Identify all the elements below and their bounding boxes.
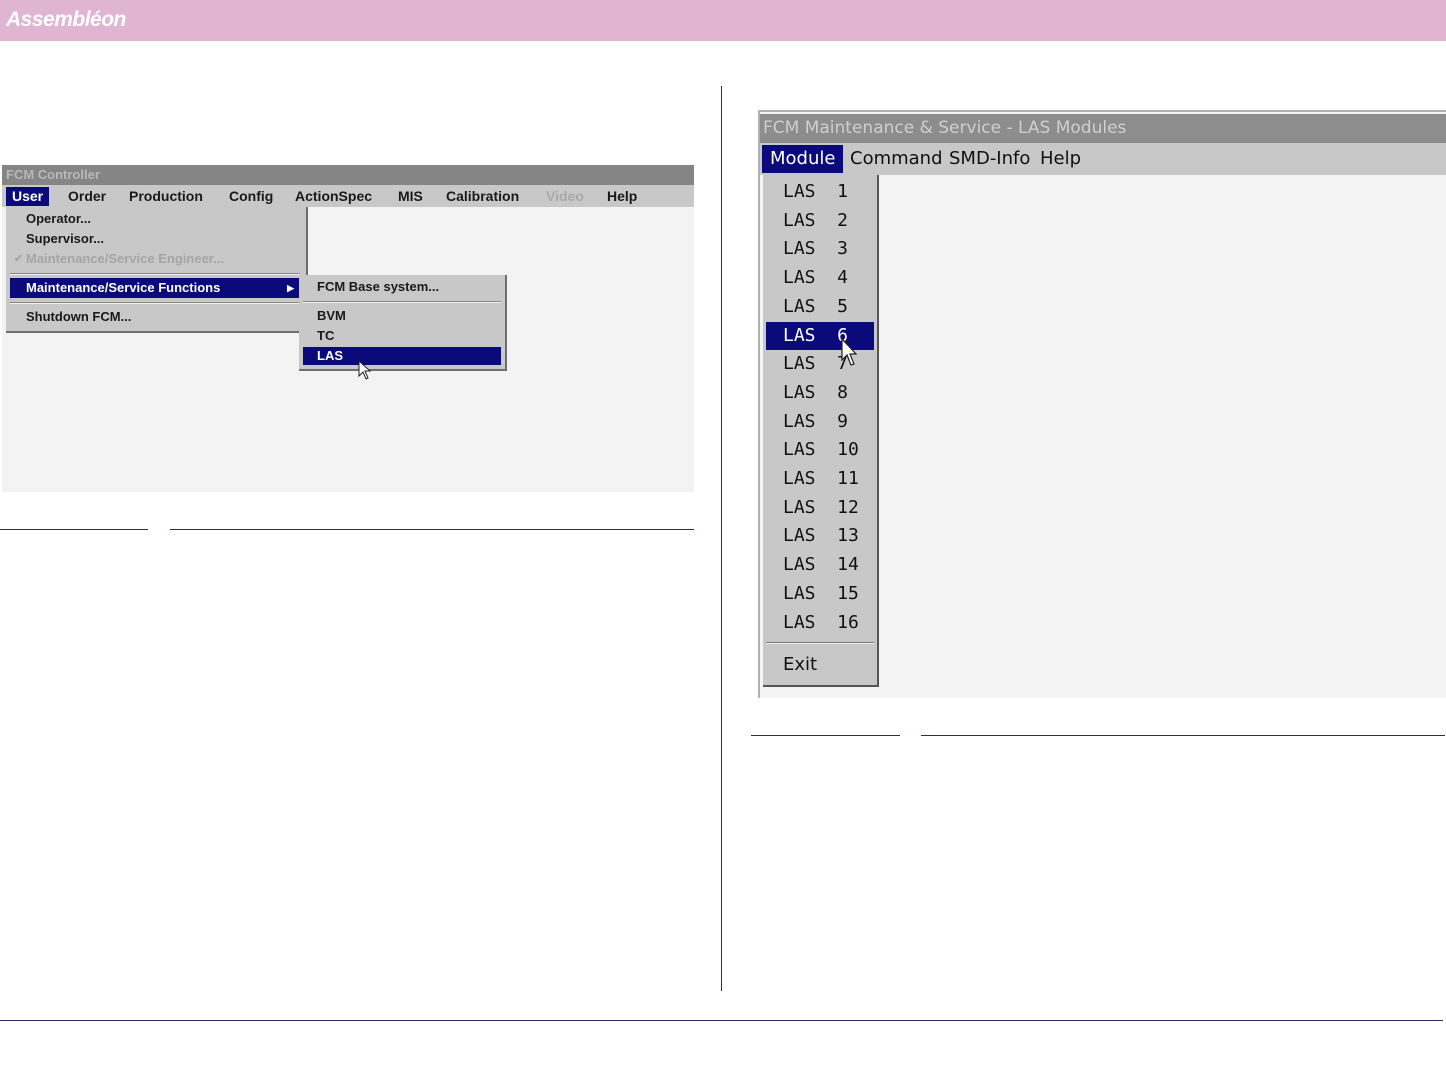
menu-item-supervisor[interactable]: Supervisor... [10, 229, 300, 249]
column-divider [721, 86, 722, 991]
maintenance-submenu: FCM Base system... BVM TC LAS [299, 275, 507, 371]
menu-mis[interactable]: MIS [392, 187, 429, 206]
menu-item-las-9[interactable]: LAS 9 [766, 408, 874, 436]
submenu-arrow-icon: ▶ [287, 283, 294, 293]
header-banner: Assembléon [0, 0, 1446, 41]
submenu-item-las[interactable]: LAS [303, 347, 501, 365]
menu-item-las-10[interactable]: LAS 10 [766, 436, 874, 464]
menu-separator [303, 301, 501, 303]
menu-item-maintenance-functions[interactable]: Maintenance/Service Functions ▶ [10, 278, 300, 298]
menu-actionspec[interactable]: ActionSpec [289, 187, 378, 206]
menu-item-las-16[interactable]: LAS 16 [766, 609, 874, 637]
mouse-pointer-icon [841, 338, 858, 366]
menubar: Module Command SMD-Info Help [760, 143, 1446, 175]
submenu-item-bvm[interactable]: BVM [303, 307, 501, 325]
menu-item-las-8[interactable]: LAS 8 [766, 379, 874, 407]
menu-order[interactable]: Order [62, 187, 112, 206]
menu-separator [10, 302, 300, 304]
menu-item-maintenance-engineer: ✔ Maintenance/Service Engineer... [10, 249, 300, 269]
window-title: FCM Controller [2, 165, 694, 185]
menubar: User Order Production Config ActionSpec … [2, 185, 694, 207]
menu-video: Video [546, 188, 584, 204]
menu-item-las-12[interactable]: LAS 12 [766, 494, 874, 522]
menu-item-las-1[interactable]: LAS 1 [766, 178, 874, 206]
menu-item-las-5[interactable]: LAS 5 [766, 293, 874, 321]
menu-module[interactable]: Module [762, 145, 844, 173]
mouse-pointer-icon [358, 360, 372, 380]
user-dropdown-menu: Operator... Supervisor... ✔ Maintenance/… [6, 207, 308, 333]
caption-rule [921, 735, 1445, 736]
menu-item-operator[interactable]: Operator... [10, 209, 300, 229]
menu-separator [10, 273, 300, 275]
menu-user[interactable]: User [6, 187, 50, 206]
caption-rule [0, 529, 148, 530]
menu-production[interactable]: Production [123, 187, 209, 206]
menu-item-las-2[interactable]: LAS 2 [766, 207, 874, 235]
menu-item-las-3[interactable]: LAS 3 [766, 235, 874, 263]
menu-smd-info[interactable]: SMD-Info [941, 145, 1038, 173]
submenu-item-tc[interactable]: TC [303, 327, 501, 345]
caption-rule [751, 735, 900, 736]
menu-calibration[interactable]: Calibration [440, 187, 525, 206]
menu-help[interactable]: Help [601, 187, 643, 206]
menu-item-las-15[interactable]: LAS 15 [766, 580, 874, 608]
menu-command[interactable]: Command [842, 145, 951, 173]
window-title: FCM Maintenance & Service - LAS Modules [760, 114, 1446, 143]
menu-item-shutdown[interactable]: Shutdown FCM... [10, 307, 300, 327]
menu-item-label: Maintenance/Service Functions [26, 280, 221, 295]
menu-item-exit[interactable]: Exit [766, 651, 874, 679]
menu-item-las-11[interactable]: LAS 11 [766, 465, 874, 493]
menu-item-las-4[interactable]: LAS 4 [766, 264, 874, 292]
assembleon-logo: Assembléon [6, 8, 126, 31]
submenu-item-fcm-base[interactable]: FCM Base system... [303, 278, 501, 296]
caption-rule [170, 529, 694, 530]
menu-item-las-14[interactable]: LAS 14 [766, 551, 874, 579]
footer-rule [0, 1020, 1443, 1021]
menu-item-las-13[interactable]: LAS 13 [766, 522, 874, 550]
fcm-controller-window: FCM Controller User Order Production Con… [2, 165, 694, 492]
module-dropdown-menu: LAS 1 LAS 2 LAS 3 LAS 4 LAS 5 LAS 6 LAS … [763, 175, 879, 687]
menu-config[interactable]: Config [223, 187, 279, 206]
menu-separator [766, 642, 874, 644]
menu-help[interactable]: Help [1032, 145, 1089, 173]
menu-item-label: Maintenance/Service Engineer... [26, 251, 224, 266]
las-modules-window: FCM Maintenance & Service - LAS Modules … [758, 110, 1446, 698]
checkmark-icon: ✔ [14, 253, 24, 265]
